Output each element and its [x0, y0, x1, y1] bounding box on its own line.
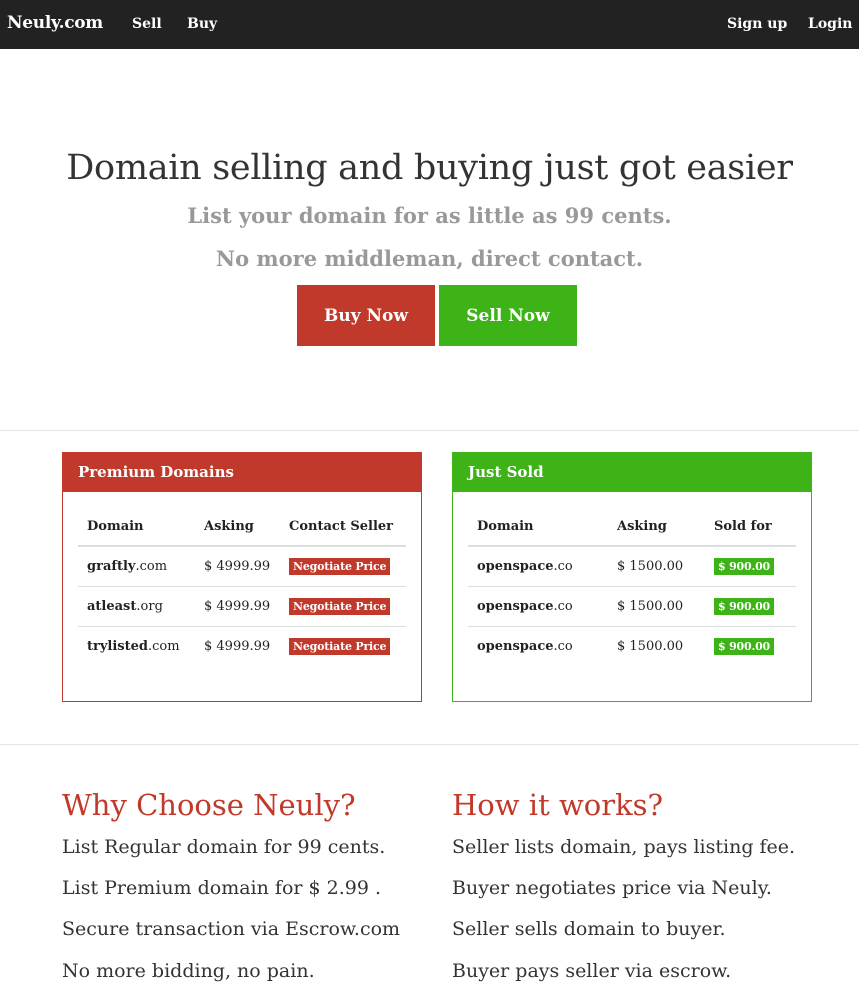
sell-now-button[interactable]: Sell Now — [439, 285, 577, 346]
how-it-works-title: How it works? — [452, 788, 664, 822]
just-sold-heading: Just Sold — [453, 453, 811, 492]
sold-cell: $ 900.00 — [705, 626, 796, 666]
domain-name: trylisted — [87, 638, 148, 654]
domain-name: graftly — [87, 558, 136, 574]
nav-signup-link[interactable]: Sign up — [727, 16, 787, 32]
domain-name: atleast — [87, 598, 137, 614]
domain-tld: .co — [553, 598, 573, 614]
domain-tld: .co — [553, 558, 573, 574]
just-sold-table: Domain Asking Sold for openspace.co $ 15… — [468, 507, 796, 666]
column-header-domain: Domain — [468, 507, 608, 547]
sold-cell: $ 900.00 — [705, 546, 796, 587]
premium-domains-panel: Premium Domains Domain Asking Contact Se… — [62, 452, 422, 702]
domain-tld: .com — [147, 638, 180, 654]
domain-cell: graftly.com — [78, 546, 195, 587]
table-row: openspace.co $ 1500.00 $ 900.00 — [468, 626, 796, 666]
buy-now-button[interactable]: Buy Now — [297, 285, 435, 346]
column-header-sold-for: Sold for — [705, 507, 796, 547]
domain-name: openspace — [477, 598, 554, 614]
sold-price-badge: $ 900.00 — [714, 637, 774, 655]
domain-cell: openspace.co — [468, 546, 608, 587]
sold-price-badge: $ 900.00 — [714, 557, 774, 575]
table-row: openspace.co $ 1500.00 $ 900.00 — [468, 546, 796, 587]
contact-cell: Negotiate Price — [280, 586, 406, 627]
section-divider — [0, 430, 859, 431]
hero-title: Domain selling and buying just got easie… — [66, 148, 793, 188]
domain-name: openspace — [477, 638, 554, 654]
how-line: Seller lists domain, pays listing fee. — [452, 836, 796, 858]
why-choose-title: Why Choose Neuly? — [62, 788, 356, 822]
brand-logo[interactable]: Neuly.com — [7, 13, 103, 33]
why-line: No more bidding, no pain. — [62, 960, 315, 982]
why-line: List Premium domain for $ 2.99 . — [62, 877, 382, 899]
table-row: openspace.co $ 1500.00 $ 900.00 — [468, 586, 796, 627]
navbar: Neuly.com Sell Buy Sign up Login — [0, 0, 859, 49]
domain-cell: openspace.co — [468, 586, 608, 627]
domain-cell: trylisted.com — [78, 626, 195, 666]
column-header-asking: Asking — [195, 507, 280, 547]
negotiate-price-button[interactable]: Negotiate Price — [289, 557, 391, 575]
domain-tld: .com — [135, 558, 168, 574]
section-divider — [0, 744, 859, 745]
column-header-asking: Asking — [608, 507, 705, 547]
why-line: List Regular domain for 99 cents. — [62, 836, 386, 858]
table-row: graftly.com $ 4999.99 Negotiate Price — [78, 546, 406, 587]
domain-tld: .co — [553, 638, 573, 654]
how-line: Seller sells domain to buyer. — [452, 918, 726, 940]
column-header-domain: Domain — [78, 507, 195, 547]
sold-cell: $ 900.00 — [705, 586, 796, 627]
table-row: trylisted.com $ 4999.99 Negotiate Price — [78, 626, 406, 666]
contact-cell: Negotiate Price — [280, 626, 406, 666]
premium-domains-table: Domain Asking Contact Seller graftly.com… — [78, 507, 406, 666]
premium-domains-heading: Premium Domains — [63, 453, 421, 492]
nav-buy-link[interactable]: Buy — [187, 16, 217, 32]
how-line: Buyer negotiates price via Neuly. — [452, 877, 772, 899]
domain-tld: .org — [136, 598, 163, 614]
nav-sell-link[interactable]: Sell — [132, 16, 162, 32]
hero-subtitle-pricing: List your domain for as little as 99 cen… — [187, 203, 672, 228]
asking-price: $ 4999.99 — [195, 586, 280, 627]
negotiate-price-button[interactable]: Negotiate Price — [289, 597, 391, 615]
column-header-contact-seller: Contact Seller — [280, 507, 406, 547]
asking-price: $ 1500.00 — [608, 586, 705, 627]
sold-price-badge: $ 900.00 — [714, 597, 774, 615]
domain-cell: atleast.org — [78, 586, 195, 627]
asking-price: $ 1500.00 — [608, 546, 705, 587]
asking-price: $ 4999.99 — [204, 638, 271, 654]
asking-price: $ 4999.99 — [195, 546, 280, 587]
domain-name: openspace — [477, 558, 554, 574]
nav-login-link[interactable]: Login — [808, 16, 852, 32]
domain-cell: openspace.co — [468, 626, 608, 666]
how-line: Buyer pays seller via escrow. — [452, 960, 732, 982]
negotiate-price-button[interactable]: Negotiate Price — [289, 637, 391, 655]
hero-subtitle-direct: No more middleman, direct contact. — [215, 246, 644, 271]
why-line: Secure transaction via Escrow.com — [62, 918, 401, 940]
just-sold-panel: Just Sold Domain Asking Sold for openspa… — [452, 452, 812, 702]
table-row: atleast.org $ 4999.99 Negotiate Price — [78, 586, 406, 627]
contact-cell: Negotiate Price — [280, 546, 406, 587]
asking-price: $ 1500.00 — [617, 638, 684, 654]
